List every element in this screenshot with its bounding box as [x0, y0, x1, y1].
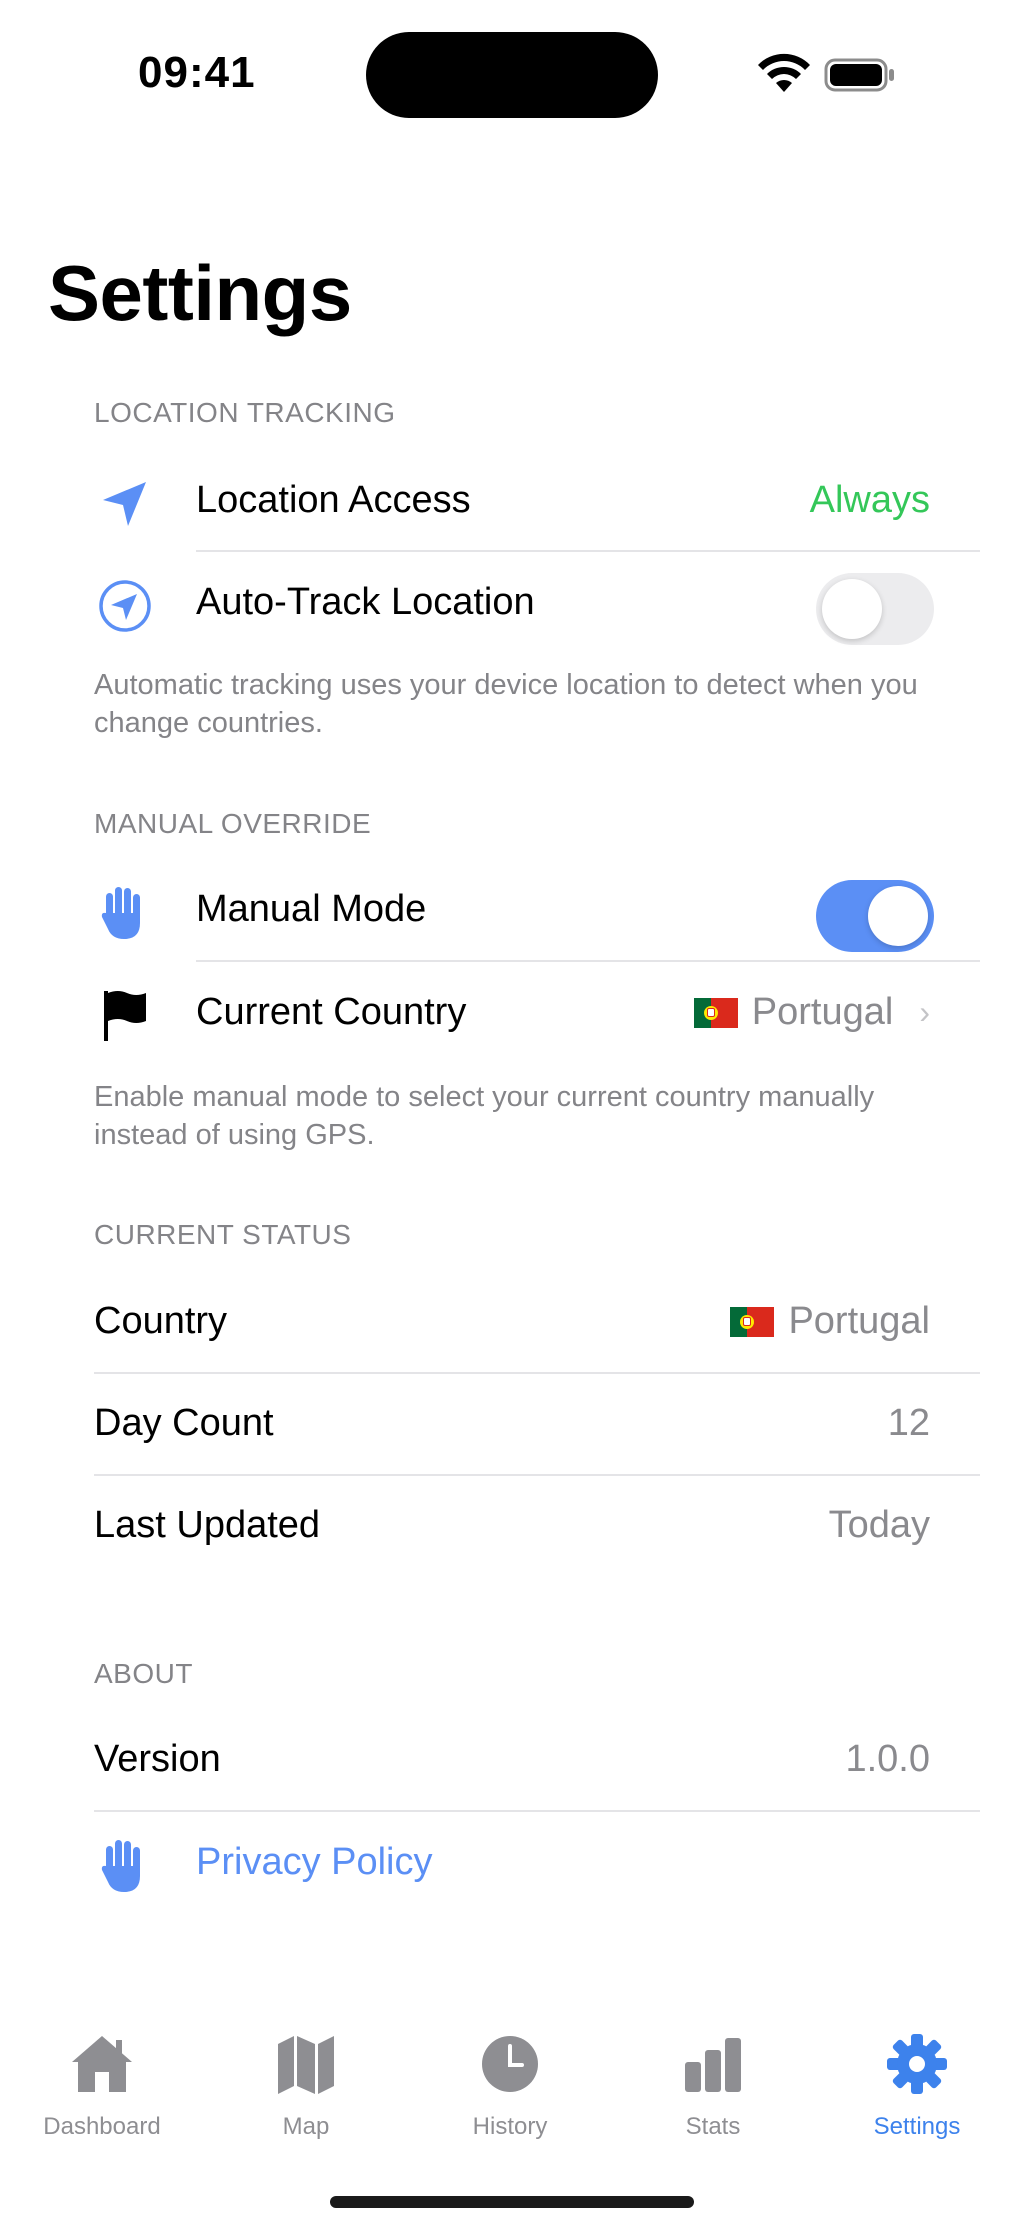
wifi-icon [758, 53, 810, 92]
hand-icon [96, 884, 154, 942]
status-country-label: Country [94, 1300, 228, 1342]
current-country-row[interactable]: Current Country Portugal › [0, 961, 1024, 1063]
status-last-updated-row: Last Updated Today [0, 1474, 1024, 1576]
chevron-right-icon: › [919, 994, 930, 1030]
gear-icon [887, 2034, 947, 2094]
section-header-about: ABOUT [94, 1658, 193, 1689]
current-country-label: Current Country [196, 991, 467, 1033]
portugal-flag-icon [730, 1306, 775, 1337]
current-country-value: Portugal › [693, 991, 930, 1034]
location-arrow-icon [96, 475, 154, 533]
day-count-value: 12 [887, 1402, 930, 1444]
status-country-row: Country Portugal [0, 1270, 1024, 1372]
tab-bar: Dashboard Map History Stats Settings [0, 2030, 1024, 2170]
hand-icon [96, 1837, 154, 1895]
day-count-label: Day Count [94, 1402, 274, 1444]
tab-history[interactable]: History [410, 2030, 610, 2141]
house-icon [72, 2036, 132, 2092]
current-country-name: Portugal [751, 991, 894, 1033]
location-access-label: Location Access [196, 479, 471, 521]
last-updated-label: Last Updated [94, 1504, 321, 1546]
settings-screen: 09:41 Settings LOCATION TRACKING Locatio… [0, 0, 1024, 2225]
section-header-manual: MANUAL OVERRIDE [94, 808, 372, 839]
location-circle-icon [96, 577, 154, 635]
version-label: Version [94, 1738, 221, 1780]
page-title: Settings [48, 249, 352, 337]
tab-map[interactable]: Map [206, 2030, 406, 2141]
tab-label: Map [282, 2113, 330, 2140]
status-day-count-row: Day Count 12 [0, 1372, 1024, 1474]
map-icon [278, 2036, 334, 2094]
version-row: Version 1.0.0 [0, 1708, 1024, 1810]
location-footer: Automatic tracking uses your device loca… [94, 669, 918, 739]
auto-track-row: Auto-Track Location [0, 551, 1024, 653]
toggle-knob [868, 886, 928, 946]
tab-label: Dashboard [43, 2113, 161, 2140]
location-access-value: Always [809, 479, 930, 521]
home-indicator [330, 2196, 694, 2208]
dynamic-island [366, 32, 658, 118]
manual-footer: Enable manual mode to select your curren… [94, 1081, 875, 1151]
tab-label: Stats [685, 2113, 741, 2140]
section-header-status: CURRENT STATUS [94, 1219, 352, 1250]
auto-track-label: Auto-Track Location [196, 581, 535, 623]
bar-chart-icon [685, 2038, 741, 2092]
flag-icon [96, 987, 154, 1045]
status-country-name: Portugal [788, 1300, 930, 1342]
manual-mode-label: Manual Mode [196, 888, 427, 930]
tab-label: History [472, 2113, 548, 2140]
status-time: 09:41 [138, 48, 256, 97]
version-value: 1.0.0 [845, 1738, 930, 1780]
auto-track-toggle[interactable] [816, 573, 934, 645]
tab-stats[interactable]: Stats [613, 2030, 813, 2141]
tab-dashboard[interactable]: Dashboard [2, 2030, 202, 2141]
battery-icon [824, 58, 894, 92]
tab-label: Settings [873, 2113, 961, 2140]
portugal-flag-icon [693, 997, 738, 1028]
location-access-row[interactable]: Location Access Always [0, 449, 1024, 551]
clock-icon [482, 2036, 538, 2092]
manual-mode-row: Manual Mode [0, 858, 1024, 960]
privacy-policy-row[interactable]: Privacy Policy [0, 1811, 1024, 1913]
toggle-knob [822, 579, 882, 639]
tab-settings[interactable]: Settings [817, 2030, 1017, 2141]
manual-mode-toggle[interactable] [816, 880, 934, 952]
section-header-location: LOCATION TRACKING [94, 397, 396, 428]
status-country-value: Portugal [730, 1300, 930, 1343]
last-updated-value: Today [828, 1504, 930, 1546]
privacy-policy-link[interactable]: Privacy Policy [196, 1841, 433, 1884]
